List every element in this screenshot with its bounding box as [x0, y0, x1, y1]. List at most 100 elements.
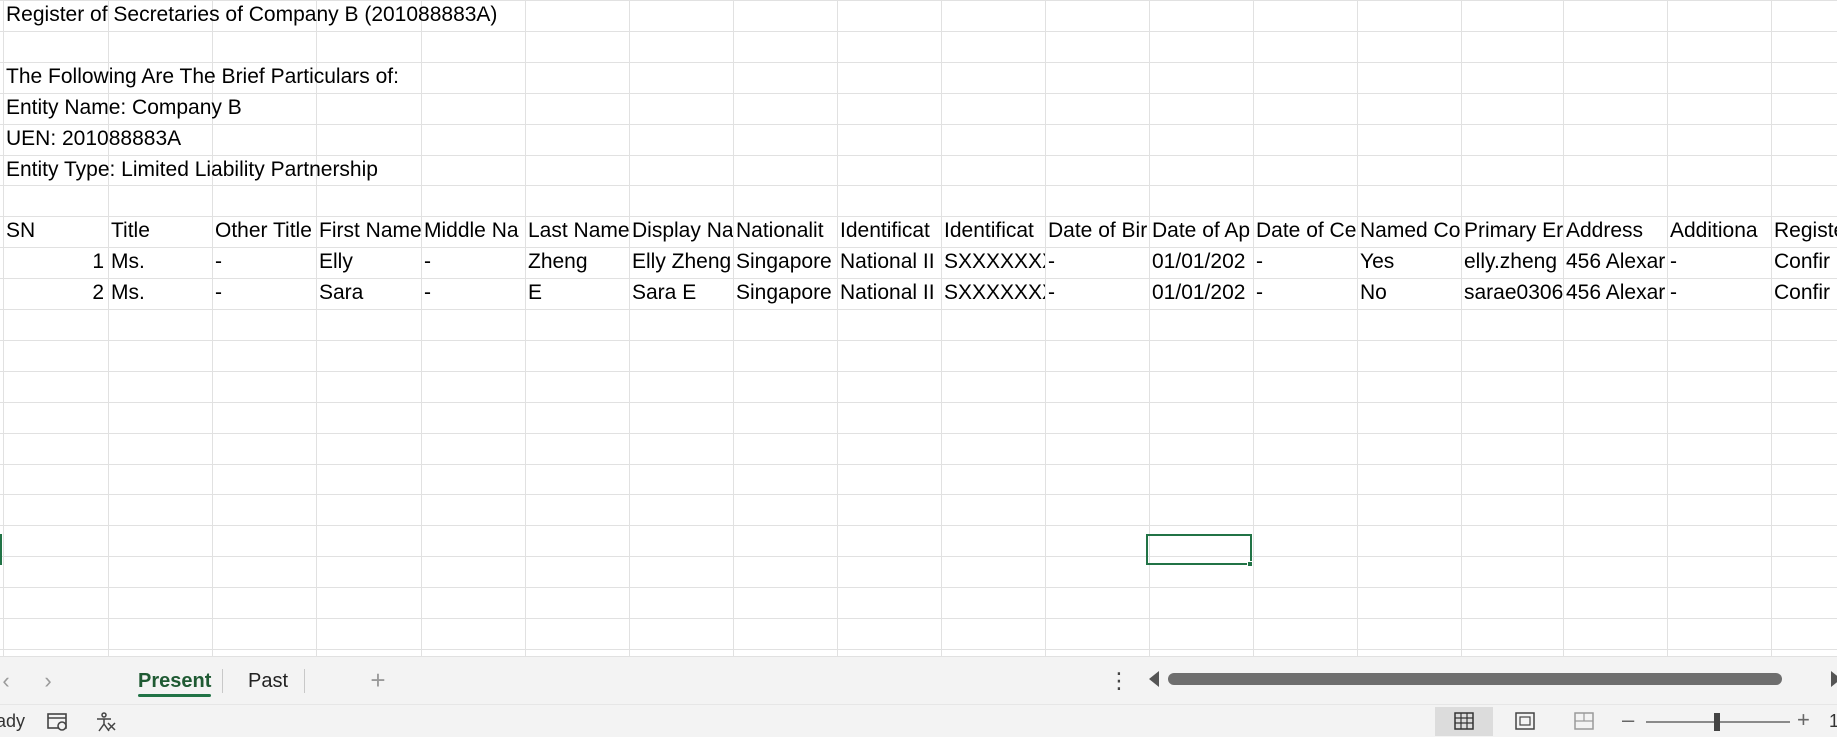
row-gridline [0, 618, 1837, 619]
column-header-cell[interactable]: Identificat [942, 216, 1045, 246]
row-gridline [0, 340, 1837, 341]
column-header-cell[interactable]: First Name [317, 216, 421, 246]
data-cell[interactable]: 01/01/202 [1150, 247, 1253, 277]
zoom-slider-thumb[interactable] [1714, 713, 1720, 731]
scroll-right-arrow-icon[interactable] [1831, 671, 1837, 687]
scrollbar-thumb[interactable] [1168, 673, 1782, 685]
data-cell[interactable]: Elly [317, 247, 421, 277]
data-cell[interactable]: Confir [1772, 278, 1837, 308]
data-cell[interactable]: - [213, 278, 316, 308]
column-header-cell[interactable]: Last Name [526, 216, 629, 246]
worksheet-grid[interactable]: Register of Secretaries of Company B (20… [0, 0, 1837, 656]
column-gridline [1667, 0, 1668, 656]
horizontal-scrollbar[interactable] [1164, 673, 1784, 685]
data-cell[interactable]: 456 Alexar [1564, 278, 1667, 308]
data-cell[interactable]: No [1358, 278, 1461, 308]
plus-icon[interactable]: + [364, 665, 392, 697]
data-cell[interactable]: - [422, 247, 525, 277]
data-cell[interactable]: Singapore [734, 278, 837, 308]
data-cell[interactable]: - [1046, 247, 1149, 277]
data-cell[interactable]: - [1046, 278, 1149, 308]
column-gridline [1461, 0, 1462, 656]
column-header-cell[interactable]: Display Na [630, 216, 733, 246]
info-cell[interactable]: Entity Type: Limited Liability Partnersh… [4, 155, 904, 185]
data-cell[interactable]: Elly Zheng [630, 247, 733, 277]
row-gridline [0, 556, 1837, 557]
accessibility-icon[interactable] [94, 711, 118, 733]
row-gridline [0, 494, 1837, 495]
column-header-cell[interactable]: Nationalit [734, 216, 837, 246]
column-header-cell[interactable]: Identificat [838, 216, 941, 246]
column-header-cell[interactable]: SN [4, 216, 108, 246]
column-header-cell[interactable]: Other Title [213, 216, 316, 246]
info-cell[interactable]: Entity Name: Company B [4, 93, 904, 123]
data-cell[interactable]: - [1254, 278, 1357, 308]
data-cell[interactable]: SXXXXXXX [942, 278, 1045, 308]
page-break-view-button[interactable] [1555, 707, 1613, 736]
column-gridline [1771, 0, 1772, 656]
data-cell[interactable]: E [526, 278, 629, 308]
data-cell[interactable]: Yes [1358, 247, 1461, 277]
column-gridline [1357, 0, 1358, 656]
tab-past[interactable]: Past [238, 663, 298, 699]
chevron-left-icon[interactable]: ‹ [0, 667, 18, 695]
data-cell[interactable]: Ms. [109, 278, 212, 308]
data-cell[interactable]: National II [838, 247, 941, 277]
cell-mode-icon[interactable] [46, 711, 70, 733]
row-gridline [0, 649, 1837, 650]
row-gridline [0, 587, 1837, 588]
info-cell[interactable]: UEN: 201088883A [4, 124, 904, 154]
row-gridline [0, 525, 1837, 526]
data-cell[interactable]: elly.zheng [1462, 247, 1563, 277]
column-gridline [1253, 0, 1254, 656]
tab-divider [304, 669, 305, 693]
column-header-cell[interactable]: Middle Na [422, 216, 525, 246]
row-gridline [0, 185, 1837, 186]
chevron-right-icon[interactable]: › [36, 667, 60, 695]
row-gridline [0, 402, 1837, 403]
data-cell[interactable]: - [1254, 247, 1357, 277]
data-cell[interactable]: Zheng [526, 247, 629, 277]
vertical-ellipsis-icon[interactable]: ⋮ [1108, 667, 1130, 695]
data-cell[interactable]: - [422, 278, 525, 308]
column-header-cell[interactable]: Additiona [1668, 216, 1771, 246]
status-ready-text: ady [0, 711, 26, 731]
column-header-cell[interactable]: Named Co [1358, 216, 1461, 246]
column-header-cell[interactable]: Title [109, 216, 212, 246]
row-gridline [0, 433, 1837, 434]
data-cell[interactable]: Sara [317, 278, 421, 308]
info-cell[interactable]: The Following Are The Brief Particulars … [4, 62, 904, 92]
tab-divider [222, 669, 223, 693]
data-cell[interactable]: Ms. [109, 247, 212, 277]
sheet-title-cell[interactable]: Register of Secretaries of Company B (20… [4, 0, 904, 30]
tab-present[interactable]: Present [128, 663, 221, 699]
active-cell[interactable] [1146, 534, 1252, 565]
zoom-out-button[interactable]: – [1622, 707, 1634, 733]
data-cell[interactable]: 456 Alexar [1564, 247, 1667, 277]
column-header-cell[interactable]: Address [1564, 216, 1667, 246]
zoom-percentage[interactable]: 1 [1829, 711, 1837, 732]
column-header-cell[interactable]: Primary Er [1462, 216, 1563, 246]
scroll-left-arrow-icon[interactable] [1149, 671, 1159, 687]
column-header-cell[interactable]: Date of Ce [1254, 216, 1357, 246]
data-cell[interactable]: Singapore [734, 247, 837, 277]
data-cell[interactable]: - [213, 247, 316, 277]
fill-handle[interactable] [1247, 561, 1253, 567]
data-cell[interactable]: Sara E [630, 278, 733, 308]
data-cell[interactable]: sarae0306 [1462, 278, 1563, 308]
data-cell[interactable]: - [1668, 247, 1771, 277]
column-header-cell[interactable]: Registe [1772, 216, 1837, 246]
data-cell[interactable]: - [1668, 278, 1771, 308]
column-header-cell[interactable]: Date of Bir [1046, 216, 1149, 246]
column-header-cell[interactable]: Date of Ap [1150, 216, 1253, 246]
data-cell[interactable]: 01/01/202 [1150, 278, 1253, 308]
zoom-in-button[interactable]: + [1797, 707, 1810, 733]
normal-view-button[interactable] [1435, 707, 1493, 736]
row-gridline [0, 371, 1837, 372]
data-cell[interactable]: 1 [4, 247, 108, 277]
data-cell[interactable]: 2 [4, 278, 108, 308]
data-cell[interactable]: National II [838, 278, 941, 308]
data-cell[interactable]: SXXXXXXX [942, 247, 1045, 277]
data-cell[interactable]: Confir [1772, 247, 1837, 277]
page-layout-view-button[interactable] [1496, 707, 1554, 736]
